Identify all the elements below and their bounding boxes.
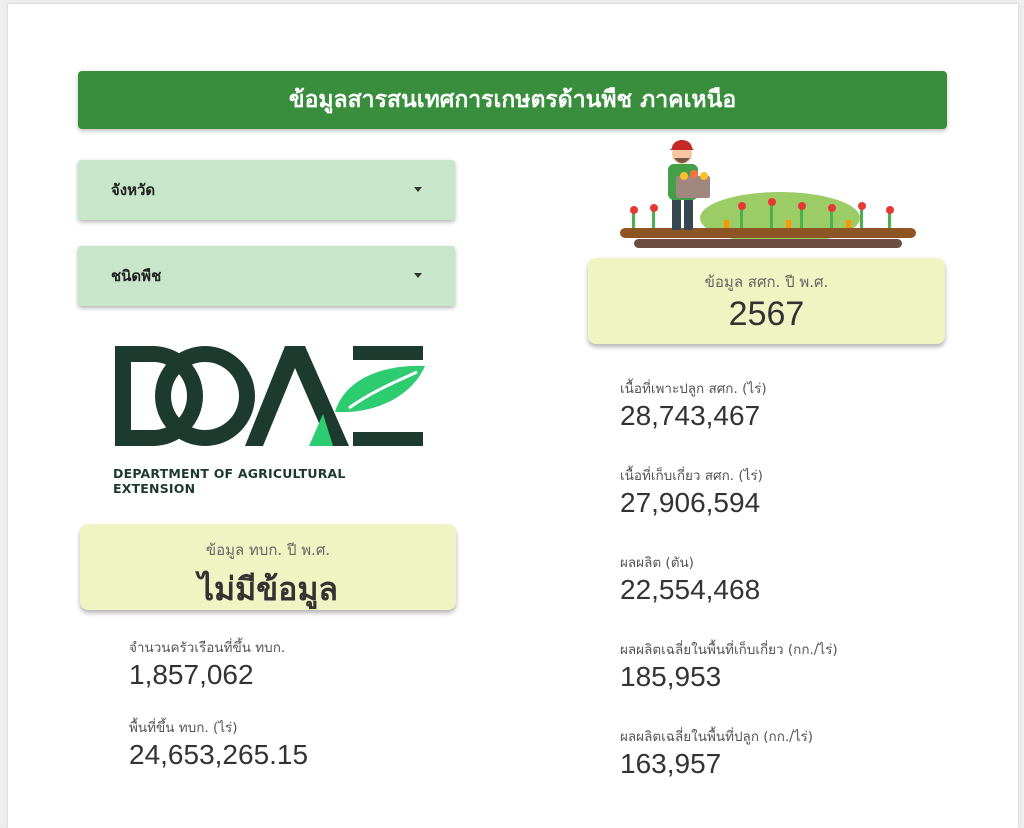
stat-value: 28,743,467 bbox=[620, 400, 761, 431]
farmer-registry-year-card: ข้อมูล ทบก. ปี พ.ศ. ไม่มีข้อมูล bbox=[80, 524, 456, 610]
crop-type-dropdown[interactable]: ชนิดพืช bbox=[78, 246, 455, 306]
chevron-down-icon bbox=[414, 187, 422, 192]
dashboard-page: ข้อมูลสารสนเทศการเกษตรด้านพืช ภาคเหนือ จ… bbox=[8, 4, 1018, 828]
stat-label: เนื้อที่เก็บเกี่ยว สศก. (ไร่) bbox=[620, 468, 763, 484]
doae-logo: DEPARTMENT OF AGRICULTURAL EXTENSION bbox=[113, 342, 425, 496]
yield-harvested-stat: ผลผลิตเฉลี่ยในพื้นที่เก็บเกี่ยว (กก./ไร่… bbox=[620, 638, 838, 693]
stat-value: 27,906,594 bbox=[620, 487, 761, 518]
page-title: ข้อมูลสารสนเทศการเกษตรด้านพืช ภาคเหนือ bbox=[288, 87, 737, 113]
chevron-down-icon bbox=[414, 273, 422, 278]
farmer-registry-year-value: ไม่มีข้อมูล bbox=[197, 570, 339, 608]
crop-year-caption: ข้อมูล สศก. ปี พ.ศ. bbox=[704, 273, 829, 291]
stat-value: 185,953 bbox=[620, 661, 722, 692]
registered-area-stat: พื้นที่ขึ้น ทบก. (ไร่) 24,653,265.15 bbox=[129, 716, 308, 771]
province-dropdown-label: จังหวัด bbox=[111, 181, 156, 199]
stat-label: ผลผลิตเฉลี่ยในพื้นที่ปลูก (กก./ไร่) bbox=[620, 729, 814, 745]
stat-value: 163,957 bbox=[620, 748, 722, 779]
stat-value: 22,554,468 bbox=[620, 574, 761, 605]
farmer-illustration bbox=[620, 140, 916, 248]
page-header: ข้อมูลสารสนเทศการเกษตรด้านพืช ภาคเหนือ bbox=[78, 71, 947, 129]
stat-value: 1,857,062 bbox=[129, 659, 254, 690]
harvested-area-stat: เนื้อที่เก็บเกี่ยว สศก. (ไร่) 27,906,594 bbox=[620, 464, 763, 519]
household-count-stat: จำนวนครัวเรือนที่ขึ้น ทบก. 1,857,062 bbox=[129, 636, 285, 691]
logo-caption: DEPARTMENT OF AGRICULTURAL EXTENSION bbox=[113, 466, 346, 496]
farmer-registry-caption: ข้อมูล ทบก. ปี พ.ศ. bbox=[205, 541, 331, 559]
doae-logo-mark bbox=[115, 346, 425, 446]
production-stat: ผลผลิต (ตัน) 22,554,468 bbox=[620, 551, 760, 606]
crop-year-value: 2567 bbox=[728, 295, 805, 333]
stat-label: ผลผลิตเฉลี่ยในพื้นที่เก็บเกี่ยว (กก./ไร่… bbox=[620, 642, 838, 658]
crop-type-dropdown-label: ชนิดพืช bbox=[111, 267, 162, 285]
stat-label: ผลผลิต (ตัน) bbox=[620, 555, 694, 571]
province-dropdown[interactable]: จังหวัด bbox=[78, 160, 455, 220]
stat-label: จำนวนครัวเรือนที่ขึ้น ทบก. bbox=[129, 640, 286, 656]
stat-label: เนื้อที่เพาะปลูก สศก. (ไร่) bbox=[620, 381, 767, 397]
yield-planted-stat: ผลผลิตเฉลี่ยในพื้นที่ปลูก (กก./ไร่) 163,… bbox=[620, 725, 813, 780]
crop-year-card: ข้อมูล สศก. ปี พ.ศ. 2567 bbox=[588, 258, 945, 344]
stat-value: 24,653,265.15 bbox=[129, 739, 309, 770]
stat-label: พื้นที่ขึ้น ทบก. (ไร่) bbox=[129, 720, 238, 736]
planted-area-stat: เนื้อที่เพาะปลูก สศก. (ไร่) 28,743,467 bbox=[620, 377, 767, 432]
